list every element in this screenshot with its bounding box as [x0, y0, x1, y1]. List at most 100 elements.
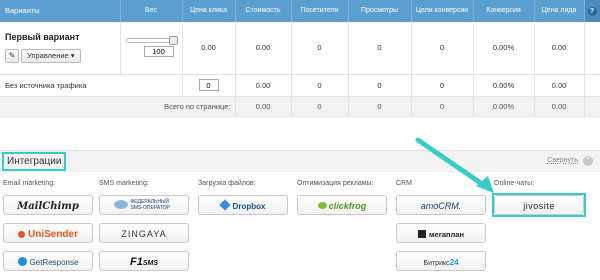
group-sms-label: SMS marketing: — [99, 180, 149, 187]
help-icon[interactable]: ? — [587, 6, 597, 16]
col-conversion[interactable]: Конверсия — [473, 0, 535, 22]
dropbox-logo: Dropbox — [232, 202, 266, 211]
pencil-icon: ✎ — [8, 51, 16, 61]
no-source-cost: 0.00 — [235, 74, 292, 97]
group-ads-label: Оптимизация рекламы: — [297, 180, 374, 187]
help-cell[interactable]: ? — [584, 0, 600, 22]
group-chats: Online-чаты: jivosite — [492, 180, 586, 217]
group-email: Email marketing: MailChimp UniSender Get… — [3, 180, 93, 279]
col-click-price[interactable]: Цена клика — [182, 0, 236, 22]
no-source-views: 0 — [348, 74, 412, 97]
unisender-icon — [17, 231, 25, 238]
megaplan-logo: мегаплан — [428, 230, 464, 239]
getresponse-button[interactable]: GetResponse — [3, 251, 93, 271]
no-source-goals: 0 — [411, 74, 474, 97]
goals-value: 0 — [411, 22, 474, 75]
col-weight[interactable]: Вес — [120, 0, 183, 22]
megaplan-icon — [417, 230, 426, 238]
group-chats-label: Online-чаты: — [494, 180, 535, 187]
no-source-conversion: 0.00% — [473, 74, 535, 97]
jivosite-logo: jivosite — [523, 201, 555, 211]
visitors-value: 0 — [291, 22, 349, 75]
variant-name[interactable]: Первый вариант — [5, 32, 120, 42]
views-value: 0 — [348, 22, 412, 75]
weight-input[interactable] — [143, 46, 174, 58]
slider-handle[interactable] — [169, 36, 178, 46]
cost-value: 0.00 — [235, 22, 292, 75]
zingaya-button[interactable]: ZINGAYA — [99, 223, 189, 243]
total-cost: 0.00 — [235, 96, 292, 117]
mailchimp-logo: MailChimp — [17, 201, 79, 212]
weight-cell — [120, 22, 183, 75]
variant-cell: Первый вариант ✎ Управление ▾ — [0, 22, 121, 75]
conversion-value: 0.00% — [473, 22, 535, 75]
clickfrog-button[interactable]: clickfrog — [297, 195, 387, 215]
col-goals[interactable]: Цели конверсии — [411, 0, 474, 22]
bitrix24-number: 24 — [449, 258, 459, 267]
total-views: 0 — [348, 96, 412, 117]
col-cost[interactable]: Стоимость — [235, 0, 292, 22]
group-sms: SMS marketing: ФЕДЕРАЛЬНЫЙ SMS-ОПЕРАТОР … — [99, 180, 189, 279]
caret-down-icon: ▾ — [70, 51, 75, 61]
f1sms-button[interactable]: F1SMS — [99, 251, 189, 271]
group-crm-label: CRM — [396, 180, 412, 187]
amocrm-logo: amoCRM. — [420, 201, 462, 211]
group-ads: Оптимизация рекламы: clickfrog — [297, 180, 387, 223]
group-crm: CRM amoCRM. мегаплан Битрикс24 — [396, 180, 486, 279]
group-files-label: Загрузка файлов: — [198, 180, 256, 187]
total-lead-price: 0.00 — [534, 96, 585, 117]
group-files: Загрузка файлов: Dropbox — [198, 180, 288, 223]
bitrix24-button[interactable]: Битрикс24 — [396, 251, 486, 271]
total-goals: 0 — [411, 96, 474, 117]
lead-price-value: 0.00 — [534, 22, 585, 75]
table-row-no-source: Без источника трафика 0.00 0 0 0 0.00% 0… — [0, 74, 600, 97]
zingaya-logo: ZINGAYA — [121, 229, 167, 239]
clickfrog-icon — [317, 202, 327, 209]
col-views[interactable]: Просмотры — [348, 0, 412, 22]
collapse-icon[interactable]: ⌃ — [583, 156, 593, 166]
col-lead-price[interactable]: Цена лида — [534, 0, 585, 22]
clickfrog-logo: clickfrog — [328, 201, 367, 211]
dropbox-button[interactable]: Dropbox — [198, 195, 288, 215]
col-variants[interactable]: Варианты — [0, 0, 121, 22]
total-conversion: 0.00% — [473, 96, 535, 117]
jivosite-button[interactable]: jivosite — [494, 195, 584, 215]
stats-table: Варианты Вес Цена клика Стоимость Посети… — [0, 0, 600, 117]
table-row-variant: Первый вариант ✎ Управление ▾ 0.00 0.00 … — [0, 22, 600, 75]
group-email-label: Email marketing: — [3, 180, 56, 187]
integrations-title: Интеграции — [2, 152, 67, 171]
no-source-price-cell — [182, 74, 236, 97]
no-source-visitors: 0 — [291, 74, 349, 97]
amocrm-button[interactable]: amoCRM. — [396, 195, 486, 215]
megaplan-button[interactable]: мегаплан — [396, 223, 486, 243]
no-source-lead-price: 0.00 — [534, 74, 585, 97]
integrations-header: Интеграции Свернуть ⌃ — [0, 150, 600, 172]
weight-slider[interactable] — [126, 36, 178, 46]
edit-button[interactable]: ✎ — [5, 49, 19, 64]
click-price-value: 0.00 — [182, 22, 236, 75]
collapse-link[interactable]: Свернуть — [547, 157, 578, 164]
table-header-row: Варианты Вес Цена клика Стоимость Посети… — [0, 0, 600, 22]
fedsms-logo: ФЕДЕРАЛЬНЫЙ SMS-ОПЕРАТОР — [130, 198, 170, 211]
manage-dropdown-button[interactable]: Управление ▾ — [21, 49, 81, 64]
getresponse-icon — [17, 257, 27, 266]
fedsms-button[interactable]: ФЕДЕРАЛЬНЫЙ SMS-ОПЕРАТОР — [99, 195, 189, 215]
click-price-input[interactable] — [198, 79, 219, 91]
mailchimp-button[interactable]: MailChimp — [3, 195, 93, 215]
no-source-label: Без источника трафика — [0, 74, 183, 97]
total-visitors: 0 — [291, 96, 349, 117]
bitrix24-logo: Битрикс — [423, 260, 450, 267]
table-row-total: Всего по странице: 0.00 0 0 0 0.00% 0.00 — [0, 96, 600, 117]
f1sms-logo: F1 — [129, 256, 143, 268]
f1sms-suffix: SMS — [142, 260, 158, 267]
fedsms-icon — [113, 200, 128, 210]
dropbox-icon — [218, 199, 231, 211]
total-label: Всего по странице: — [0, 96, 236, 117]
variant-controls: ✎ Управление ▾ — [5, 49, 81, 64]
unisender-logo: UniSender — [27, 229, 78, 240]
getresponse-logo: GetResponse — [29, 258, 79, 267]
col-visitors[interactable]: Посетители — [291, 0, 349, 22]
manage-label: Управление — [27, 51, 69, 61]
unisender-button[interactable]: UniSender — [3, 223, 93, 243]
jivosite-highlight: jivosite — [492, 193, 586, 217]
